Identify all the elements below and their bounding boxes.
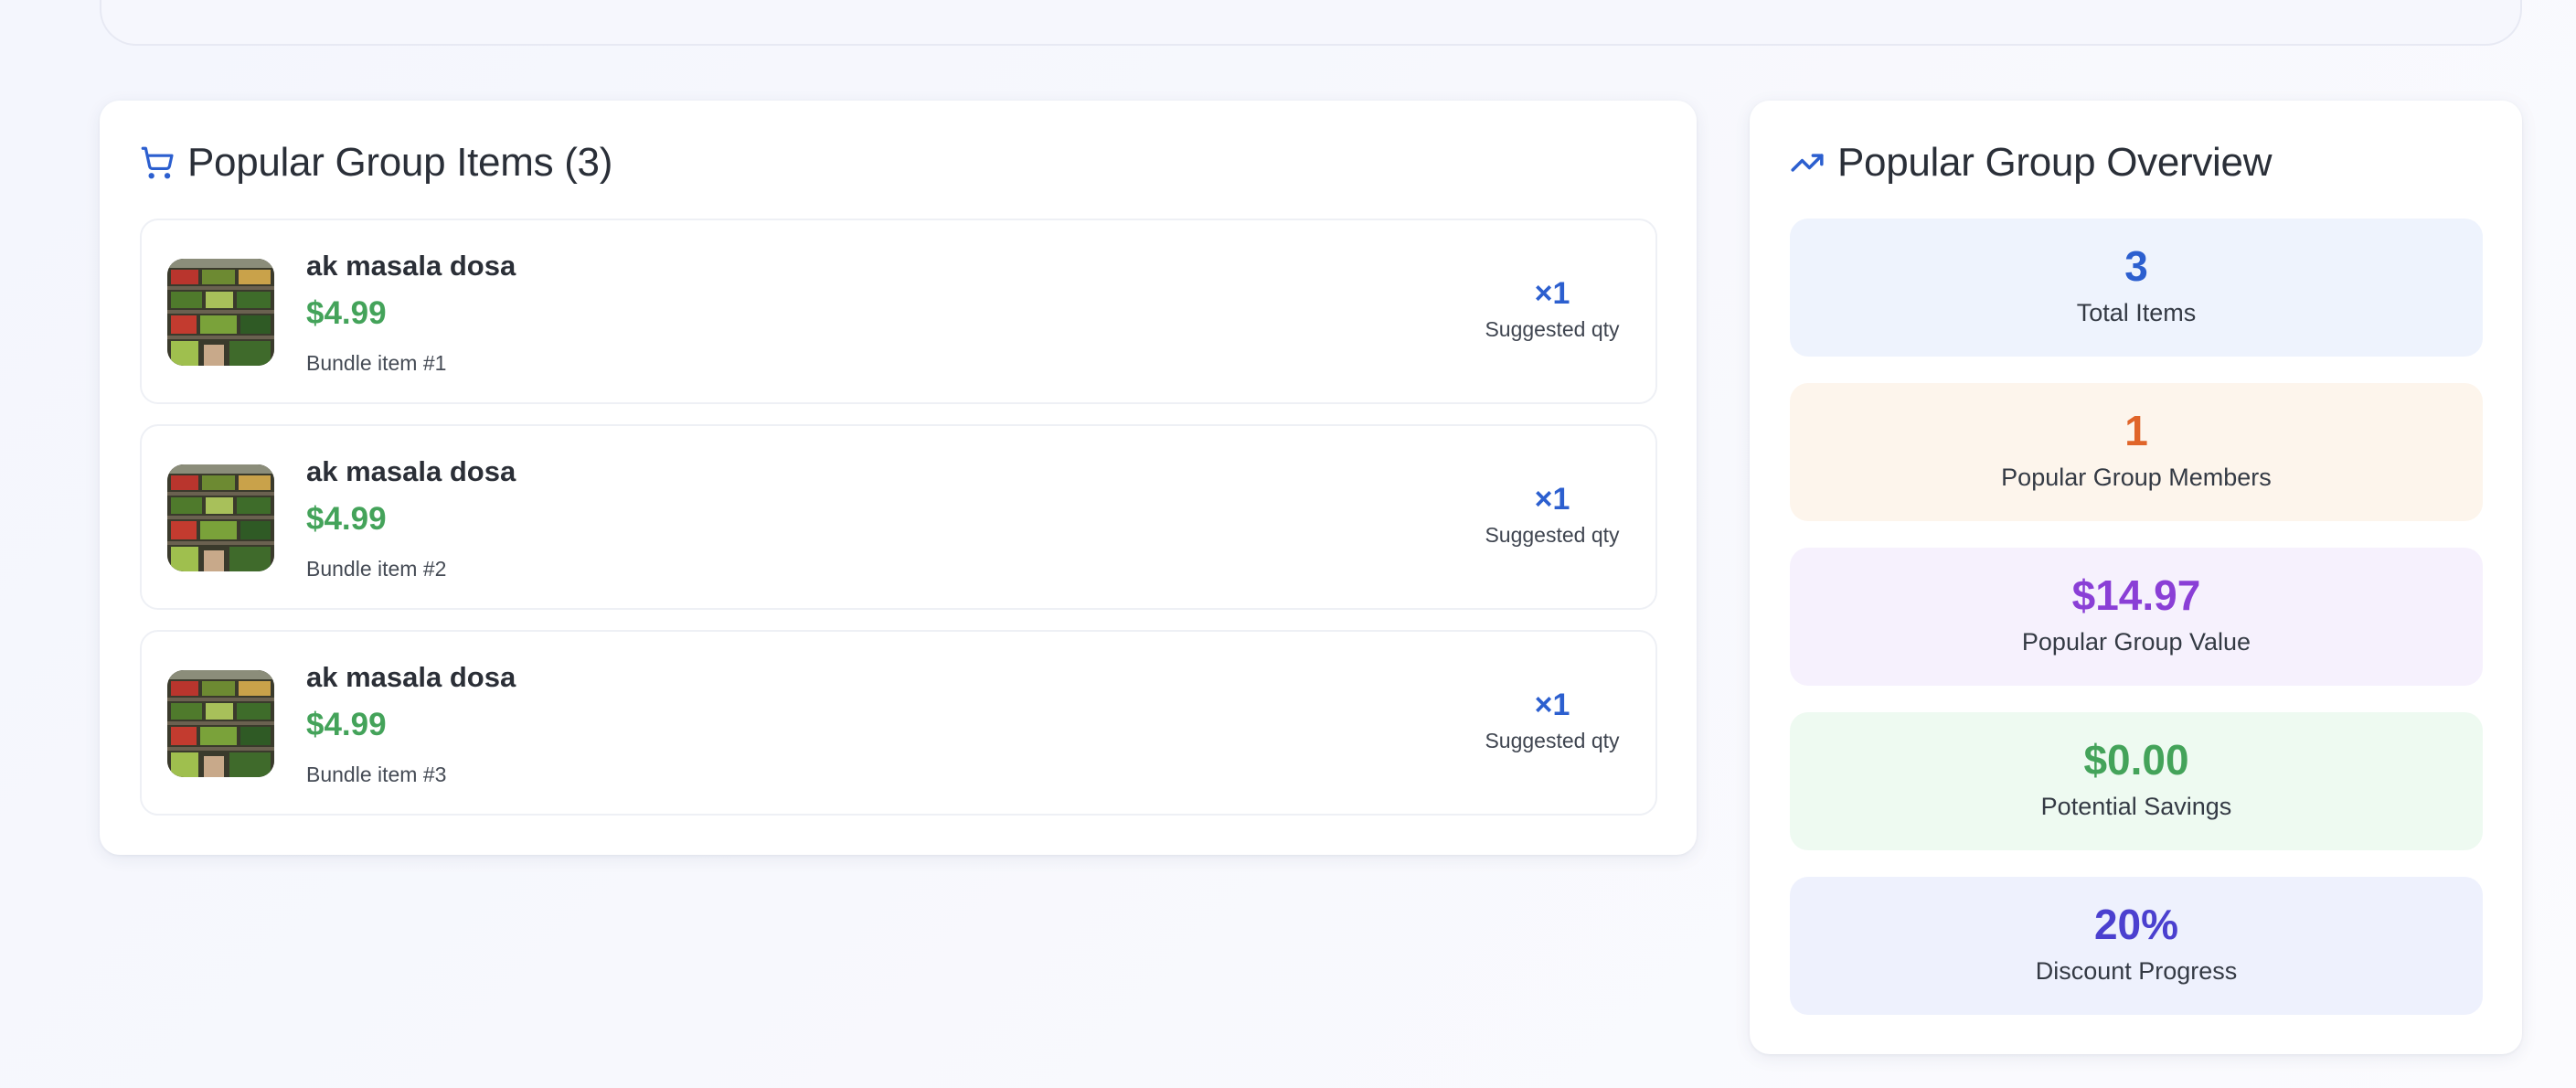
qty-value: ×1: [1534, 276, 1570, 311]
item-bundle-label: Bundle item #1: [306, 351, 447, 375]
stat-total-items: 3 Total Items: [1790, 219, 2483, 357]
group-item-row[interactable]: ak masala dosa $4.99 Bundle item #3 ×1 S…: [140, 630, 1657, 816]
qty-value: ×1: [1534, 688, 1570, 722]
stat-label: Popular Group Value: [2021, 628, 2251, 656]
stat-value: 20%: [2093, 901, 2179, 948]
stat-value: $14.97: [2071, 571, 2201, 619]
popular-group-items-card: Popular Group Items (3) ak masala dosa $…: [100, 101, 1697, 855]
group-item-row[interactable]: ak masala dosa $4.99 Bundle item #1 ×1 S…: [140, 219, 1657, 404]
item-thumbnail: [167, 259, 274, 366]
suggested-qty: ×1 Suggested qty: [1474, 687, 1630, 753]
items-card-header: Popular Group Items (3): [140, 135, 612, 190]
stat-label: Potential Savings: [2040, 793, 2232, 820]
overview-card-title: Popular Group Overview: [1837, 140, 2273, 185]
stat-value: 1: [2124, 407, 2148, 454]
item-thumbnail: [167, 464, 274, 571]
stat-label: Total Items: [2076, 299, 2197, 326]
trending-up-icon: [1791, 154, 1824, 172]
qty-value: ×1: [1534, 482, 1570, 517]
suggested-qty: ×1 Suggested qty: [1474, 481, 1630, 548]
group-item-row[interactable]: ak masala dosa $4.99 Bundle item #2 ×1 S…: [140, 424, 1657, 610]
item-thumbnail: [167, 670, 274, 777]
stat-discount-progress: 20% Discount Progress: [1790, 877, 2483, 1015]
popular-group-overview-card: Popular Group Overview 3 Total Items 1 P…: [1750, 101, 2522, 1054]
item-name: ak masala dosa: [306, 250, 516, 282]
qty-label: Suggested qty: [1485, 523, 1620, 547]
item-price: $4.99: [306, 501, 387, 537]
stat-value: $0.00: [2083, 736, 2189, 784]
item-bundle-label: Bundle item #2: [306, 557, 447, 581]
stat-group-members: 1 Popular Group Members: [1790, 383, 2483, 521]
item-price: $4.99: [306, 707, 387, 742]
item-bundle-label: Bundle item #3: [306, 763, 447, 786]
item-name: ak masala dosa: [306, 455, 516, 487]
cart-icon: [141, 146, 174, 179]
stat-label: Popular Group Members: [2001, 464, 2272, 491]
stat-potential-savings: $0.00 Potential Savings: [1790, 712, 2483, 850]
qty-label: Suggested qty: [1485, 729, 1620, 752]
top-panel-edge: [100, 0, 2522, 46]
item-price: $4.99: [306, 295, 387, 331]
stat-value: 3: [2124, 242, 2148, 290]
item-name: ak masala dosa: [306, 661, 516, 693]
items-card-title: Popular Group Items (3): [187, 140, 613, 185]
stat-label: Discount Progress: [2035, 957, 2238, 985]
suggested-qty: ×1 Suggested qty: [1474, 275, 1630, 342]
overview-card-header: Popular Group Overview: [1790, 135, 2272, 190]
stat-group-value: $14.97 Popular Group Value: [1790, 548, 2483, 686]
qty-label: Suggested qty: [1485, 317, 1620, 341]
